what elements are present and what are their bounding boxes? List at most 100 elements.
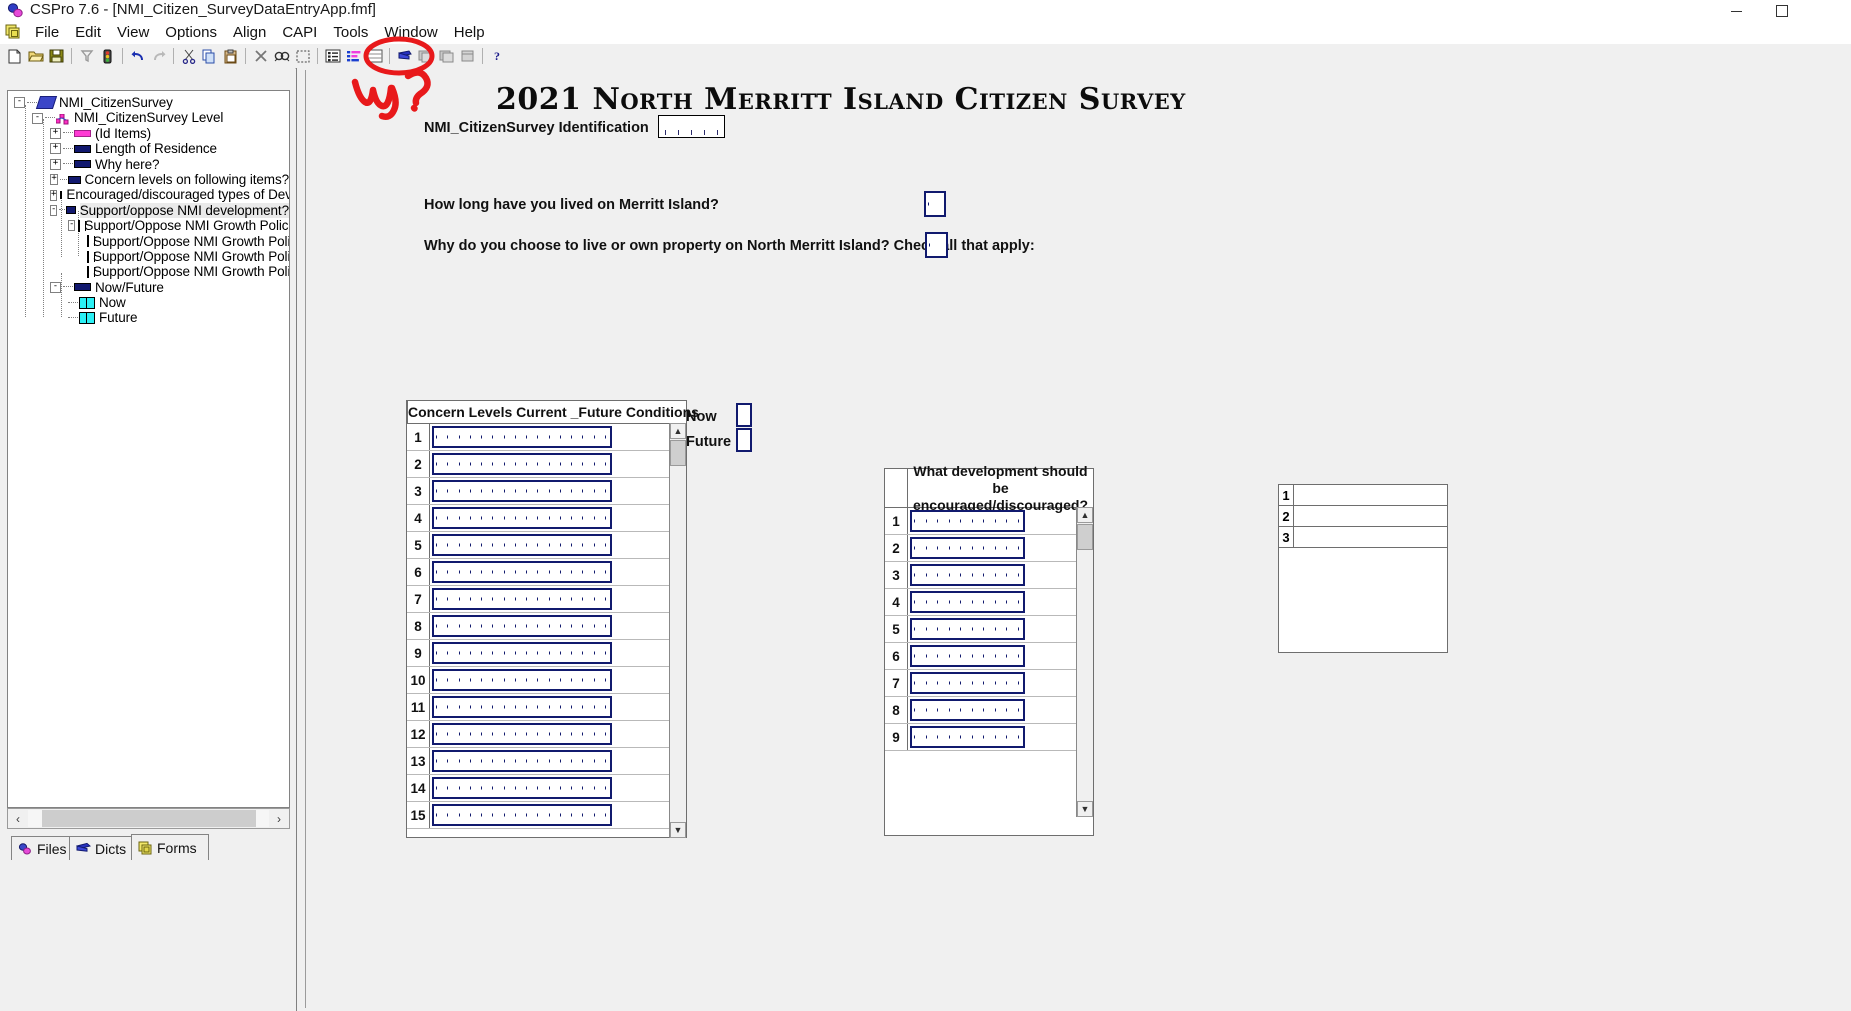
row-field-cell[interactable] (430, 559, 686, 585)
row-field-cell[interactable] (1294, 527, 1447, 547)
close-button[interactable] (1805, 0, 1851, 22)
concern-field[interactable] (432, 480, 612, 502)
table-row[interactable]: 5 (407, 532, 686, 559)
row-field-cell[interactable] (430, 640, 686, 666)
tree-item-nmi-citizensurvey-level[interactable]: - NMI_CitizenSurvey Level (12, 110, 289, 125)
tree-item-length-of-residence[interactable]: + Length of Residence (12, 141, 289, 156)
tree-expander-icon[interactable]: + (50, 158, 61, 170)
tree-item-growth-policy-3[interactable]: Support/Oppose NMI Growth Policie (12, 264, 289, 279)
form-canvas[interactable]: 2021 North Merritt Island Citizen Survey… (305, 70, 1846, 1008)
cut-icon[interactable] (179, 46, 198, 66)
table-row[interactable]: 8 (885, 697, 1093, 724)
open-icon[interactable] (26, 46, 45, 66)
table-row[interactable]: 13 (407, 748, 686, 775)
row-field-cell[interactable] (430, 613, 686, 639)
concern-field[interactable] (432, 561, 612, 583)
row-field-cell[interactable] (908, 724, 1093, 750)
table-row[interactable]: 5 (885, 616, 1093, 643)
table-row[interactable]: 12 (407, 721, 686, 748)
table-row[interactable]: 2 (407, 451, 686, 478)
table-row[interactable]: 1 (407, 424, 686, 451)
table-row[interactable]: 1 (1279, 485, 1447, 506)
row-field-cell[interactable] (430, 451, 686, 477)
menu-view[interactable]: View (109, 22, 157, 44)
menu-file[interactable]: File (27, 22, 67, 44)
rows-icon[interactable] (365, 46, 384, 66)
help-icon[interactable]: ? (488, 46, 507, 66)
scroll-right-icon[interactable]: › (269, 810, 289, 827)
tree-item-encouraged-discouraged[interactable]: + Encouraged/discouraged types of Develo (12, 187, 289, 202)
tree-item-nmi-citizensurvey[interactable]: - NMI_CitizenSurvey (12, 95, 289, 110)
filter-icon[interactable] (77, 46, 96, 66)
scroll-up-icon[interactable]: ▲ (670, 423, 686, 439)
align-list-icon[interactable] (323, 46, 342, 66)
concern-field[interactable] (432, 453, 612, 475)
row-field-cell[interactable] (908, 643, 1093, 669)
tree-item-growth-policies-group[interactable]: - Support/Oppose NMI Growth Policies? (12, 218, 289, 233)
support-oppose-roster[interactable]: 1 2 3 (1278, 484, 1448, 653)
concern-field[interactable] (432, 615, 612, 637)
concern-field[interactable] (432, 588, 612, 610)
form-tile-icon[interactable] (416, 46, 435, 66)
concern-field[interactable] (432, 507, 612, 529)
tree-expander-icon[interactable]: + (50, 143, 61, 155)
residence-answer-field[interactable] (924, 191, 946, 217)
concern-field[interactable] (432, 426, 612, 448)
paste-icon[interactable] (221, 46, 240, 66)
why-answer-field[interactable] (925, 232, 948, 258)
table-row[interactable]: 10 (407, 667, 686, 694)
row-field-cell[interactable] (908, 562, 1093, 588)
development-field[interactable] (910, 537, 1025, 559)
row-field-cell[interactable] (430, 424, 686, 450)
roster-vertical-scrollbar[interactable]: ▲ ▼ (1076, 507, 1093, 817)
minimize-button[interactable] (1713, 0, 1759, 22)
table-row[interactable]: 3 (1279, 527, 1447, 548)
tree-expander-icon[interactable]: - (32, 112, 43, 124)
tree-item-why-here[interactable]: + Why here? (12, 157, 289, 172)
table-row[interactable]: 9 (885, 724, 1093, 751)
development-field[interactable] (910, 564, 1025, 586)
row-field-cell[interactable] (430, 775, 686, 801)
concern-field[interactable] (432, 669, 612, 691)
table-row[interactable]: 6 (407, 559, 686, 586)
development-field[interactable] (910, 618, 1025, 640)
trafficlight-icon[interactable] (98, 46, 117, 66)
tree-expander-icon[interactable]: + (50, 127, 61, 139)
tree-horizontal-scrollbar[interactable]: ‹ › (7, 808, 290, 829)
concern-levels-roster[interactable]: Concern Levels Current _Future Condition… (406, 400, 699, 838)
scrollbar-track[interactable] (28, 810, 269, 827)
menu-align[interactable]: Align (225, 22, 274, 44)
table-row[interactable]: 14 (407, 775, 686, 802)
row-field-cell[interactable] (908, 697, 1093, 723)
row-field-cell[interactable] (1294, 485, 1447, 505)
maximize-button[interactable] (1759, 0, 1805, 22)
row-field-cell[interactable] (908, 670, 1093, 696)
table-row[interactable]: 6 (885, 643, 1093, 670)
scrollbar-thumb[interactable] (1077, 524, 1093, 550)
table-row[interactable]: 1 (885, 508, 1093, 535)
concern-field[interactable] (432, 804, 612, 826)
tree-item-id-items[interactable]: + (Id Items) (12, 126, 289, 141)
concern-field[interactable] (432, 696, 612, 718)
development-field[interactable] (910, 726, 1025, 748)
scroll-down-icon[interactable]: ▼ (1077, 801, 1093, 817)
row-field-cell[interactable] (430, 748, 686, 774)
tab-forms[interactable]: Forms (131, 834, 209, 860)
concern-field[interactable] (432, 642, 612, 664)
form-tile2-icon[interactable] (437, 46, 456, 66)
tree-expander-icon[interactable]: + (50, 189, 58, 201)
select-region-icon[interactable] (293, 46, 312, 66)
tree-item-support-oppose-development[interactable]: - Support/oppose NMI development? (12, 202, 289, 219)
properties-icon[interactable] (344, 46, 363, 66)
table-row[interactable]: 8 (407, 613, 686, 640)
scroll-left-icon[interactable]: ‹ (8, 810, 28, 827)
undo-icon[interactable] (128, 46, 147, 66)
row-field-cell[interactable] (430, 505, 686, 531)
scrollbar-thumb[interactable] (42, 810, 256, 827)
concern-field[interactable] (432, 534, 612, 556)
row-field-cell[interactable] (430, 478, 686, 504)
row-field-cell[interactable] (908, 508, 1093, 534)
tree-item-growth-policy-1[interactable]: Support/Oppose NMI Growth Policie (12, 234, 289, 249)
scroll-up-icon[interactable]: ▲ (1077, 507, 1093, 523)
identification-field[interactable] (658, 115, 725, 138)
